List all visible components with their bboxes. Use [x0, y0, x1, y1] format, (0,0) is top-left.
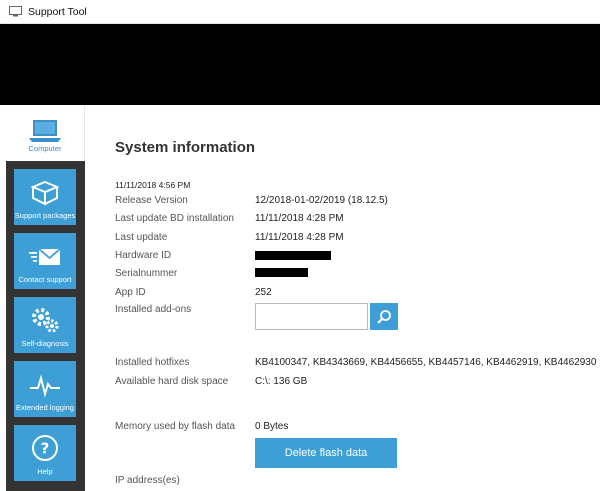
sidebar-item-extended-logging[interactable]: Extended logging [14, 361, 76, 417]
release-version-label: Release Version [115, 195, 188, 206]
system-info-panel: System information 11/11/2018 4:56 PM Re… [85, 105, 600, 491]
sidebar-item-label: Extended logging [16, 403, 74, 412]
package-icon [30, 180, 60, 206]
app-id-value: 252 [255, 287, 272, 298]
last-update-value: 11/11/2018 4:28 PM [255, 232, 344, 243]
page-title: System information [115, 139, 256, 156]
hardware-id-redacted [255, 251, 331, 260]
laptop-icon [29, 120, 61, 142]
sidebar-item-label: Help [37, 467, 53, 476]
installed-addons-label: Installed add-ons [115, 304, 192, 315]
serial-number-redacted [255, 268, 308, 277]
app-id-label: App ID [115, 287, 146, 298]
disk-space-value: C:\: 136 GB [255, 376, 308, 387]
envelope-icon [29, 248, 61, 265]
last-update-label: Last update [115, 232, 168, 243]
installed-hotfixes-value: KB4100347, KB4343669, KB4456655, KB44571… [255, 357, 597, 368]
title-bar: Support Tool [0, 0, 600, 24]
addon-search-button[interactable] [370, 303, 398, 330]
sidebar-item-support-packages[interactable]: Support packages [14, 169, 76, 225]
release-version-value: 12/2018-01-02/2019 (18.12.5) [255, 195, 388, 206]
info-timestamp: 11/11/2018 4:56 PM [115, 180, 191, 190]
last-update-bd-label: Last update BD installation [115, 213, 234, 224]
ip-addresses-label: IP address(es) [115, 475, 180, 486]
serial-number-label: Serialnummer [115, 268, 178, 279]
window-title: Support Tool [28, 5, 87, 18]
sidebar-item-self-diagnosis[interactable]: Self-diagnosis [14, 297, 76, 353]
delete-flash-data-button[interactable]: Delete flash data [255, 438, 397, 468]
sidebar-item-label: Contact support [18, 275, 72, 284]
pulse-icon [30, 374, 60, 398]
app-icon [9, 6, 22, 17]
gears-icon [32, 308, 59, 333]
header-banner [0, 24, 600, 105]
sidebar-item-label: Computer [28, 144, 62, 153]
addon-search-input[interactable] [255, 303, 368, 330]
sidebar-item-computer[interactable]: Computer [6, 105, 85, 161]
sidebar: Computer Support packages Contact suppor… [6, 105, 85, 491]
flash-memory-label: Memory used by flash data [115, 421, 236, 432]
flash-memory-value: 0 Bytes [255, 421, 289, 432]
sidebar-item-label: Self-diagnosis [21, 339, 69, 348]
sidebar-item-help[interactable]: ? Help [14, 425, 76, 481]
installed-hotfixes-label: Installed hotfixes [115, 357, 190, 368]
sidebar-item-label: Support packages [14, 211, 76, 220]
svg-text:?: ? [41, 440, 50, 458]
sidebar-item-contact-support[interactable]: Contact support [14, 233, 76, 289]
disk-space-label: Available hard disk space [115, 376, 229, 387]
search-icon [377, 309, 391, 324]
question-icon: ? [32, 435, 58, 461]
hardware-id-label: Hardware ID [115, 250, 172, 261]
last-update-bd-value: 11/11/2018 4:28 PM [255, 213, 344, 224]
